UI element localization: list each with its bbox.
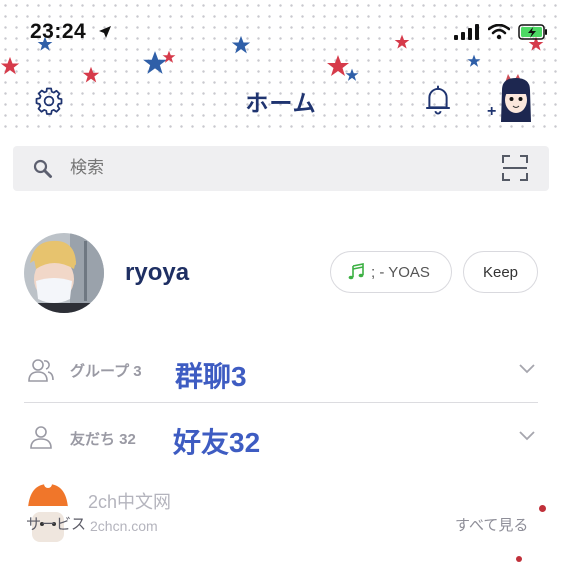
- page-title: ホーム: [245, 90, 317, 116]
- star-decoration: [394, 34, 410, 49]
- location-arrow-icon: [99, 26, 111, 38]
- services-label: サービス: [26, 516, 87, 533]
- star-decoration: [467, 54, 481, 67]
- friends-annotation: 好友32: [173, 427, 261, 458]
- watermark-url: 2chcn.com: [90, 518, 158, 534]
- keep-button[interactable]: Keep: [463, 251, 538, 293]
- groups-annotation: 群聊3: [175, 361, 247, 392]
- qr-scan-icon[interactable]: [502, 155, 528, 181]
- section-divider: [24, 402, 538, 403]
- star-decoration: [0, 56, 20, 75]
- star-decoration: [82, 66, 100, 83]
- search-icon: [33, 159, 52, 178]
- notification-dot: [539, 505, 546, 512]
- status-indicators: [454, 24, 548, 40]
- music-note-icon: [348, 263, 364, 280]
- group-icon: [28, 359, 54, 382]
- profile-photo: [24, 233, 104, 313]
- profile-name: ryoya: [125, 259, 190, 286]
- music-status-button[interactable]: ; - YOAS: [330, 251, 452, 293]
- svg-text:+: +: [487, 103, 496, 120]
- music-status-text: ; - YOAS: [371, 263, 430, 281]
- watermark-text: 2ch中文网: [88, 492, 172, 512]
- chevron-down-icon[interactable]: [518, 363, 536, 375]
- signal-icon: [454, 24, 479, 40]
- star-decoration: [231, 35, 251, 54]
- star-decoration: [162, 50, 176, 63]
- star-decoration: [345, 68, 359, 81]
- battery-icon: [518, 24, 547, 40]
- status-time: 23:24: [30, 20, 87, 43]
- groups-label[interactable]: グループ 3: [70, 360, 142, 381]
- notification-dot: [516, 556, 522, 562]
- character-avatar-icon: +: [487, 74, 531, 122]
- chevron-down-icon[interactable]: [518, 430, 536, 442]
- wifi-icon: [488, 24, 510, 40]
- see-all-link[interactable]: すべて見る: [455, 514, 528, 535]
- profile-avatar[interactable]: [24, 233, 104, 313]
- add-friend-button[interactable]: +: [486, 70, 538, 124]
- bell-icon: [425, 85, 451, 115]
- header-banner: 23:24 ホーム +: [0, 0, 562, 128]
- friend-icon: [30, 426, 52, 449]
- friends-label[interactable]: 友だち 32: [70, 428, 136, 449]
- search-input[interactable]: [68, 157, 452, 179]
- notifications-button[interactable]: [420, 82, 456, 118]
